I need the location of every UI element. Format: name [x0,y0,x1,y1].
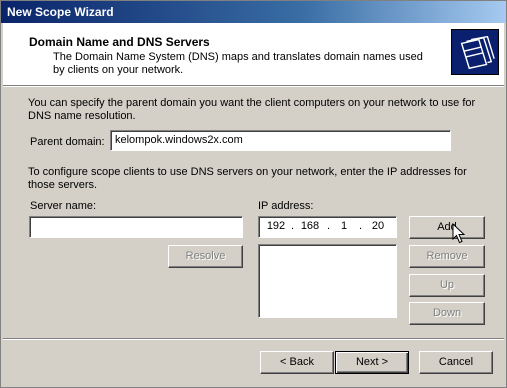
ip-octet-1[interactable]: 192 [265,220,287,232]
parent-domain-label: Parent domain: [30,136,105,148]
back-button[interactable]: < Back [260,351,334,374]
ip-address-list[interactable] [258,244,397,318]
ip-address-label: IP address: [258,200,314,212]
header-subtitle: The Domain Name System (DNS) maps and tr… [53,51,423,76]
intro-text: You can specify the parent domain you wa… [28,97,476,122]
cancel-button[interactable]: Cancel [419,351,493,374]
ip-octet-2[interactable]: 168 [299,220,321,232]
ip-dot: . [291,220,295,232]
folder-documents-icon [451,29,499,75]
server-name-input[interactable] [29,216,243,238]
ip-octet-4[interactable]: 20 [367,220,389,232]
server-name-label: Server name: [30,200,97,212]
header-divider [3,85,504,87]
footer-divider [3,338,504,340]
ip-dot: . [327,220,331,232]
next-button[interactable]: Next > [335,351,409,374]
add-button[interactable]: Add [409,216,485,239]
new-scope-wizard-window: New Scope Wizard Domain Name and DNS Ser… [0,0,507,388]
ip-address-input[interactable]: 192 . 168 . 1 . 20 [258,216,397,238]
window-title: New Scope Wizard [7,5,114,19]
ip-dot: . [359,220,363,232]
resolve-button[interactable]: Resolve [168,245,243,268]
ip-octet-3[interactable]: 1 [333,220,355,232]
up-button[interactable]: Up [409,274,485,297]
parent-domain-input[interactable]: kelompok.windows2x.com [110,130,451,151]
parent-domain-value: kelompok.windows2x.com [115,134,243,146]
title-bar[interactable]: New Scope Wizard [1,1,506,23]
dns-servers-text: To configure scope clients to use DNS se… [28,166,467,191]
down-button[interactable]: Down [409,302,485,325]
wizard-header: Domain Name and DNS Servers The Domain N… [3,23,504,85]
remove-button[interactable]: Remove [409,245,485,268]
mouse-pointer-icon [452,223,466,244]
header-title: Domain Name and DNS Servers [29,35,210,49]
